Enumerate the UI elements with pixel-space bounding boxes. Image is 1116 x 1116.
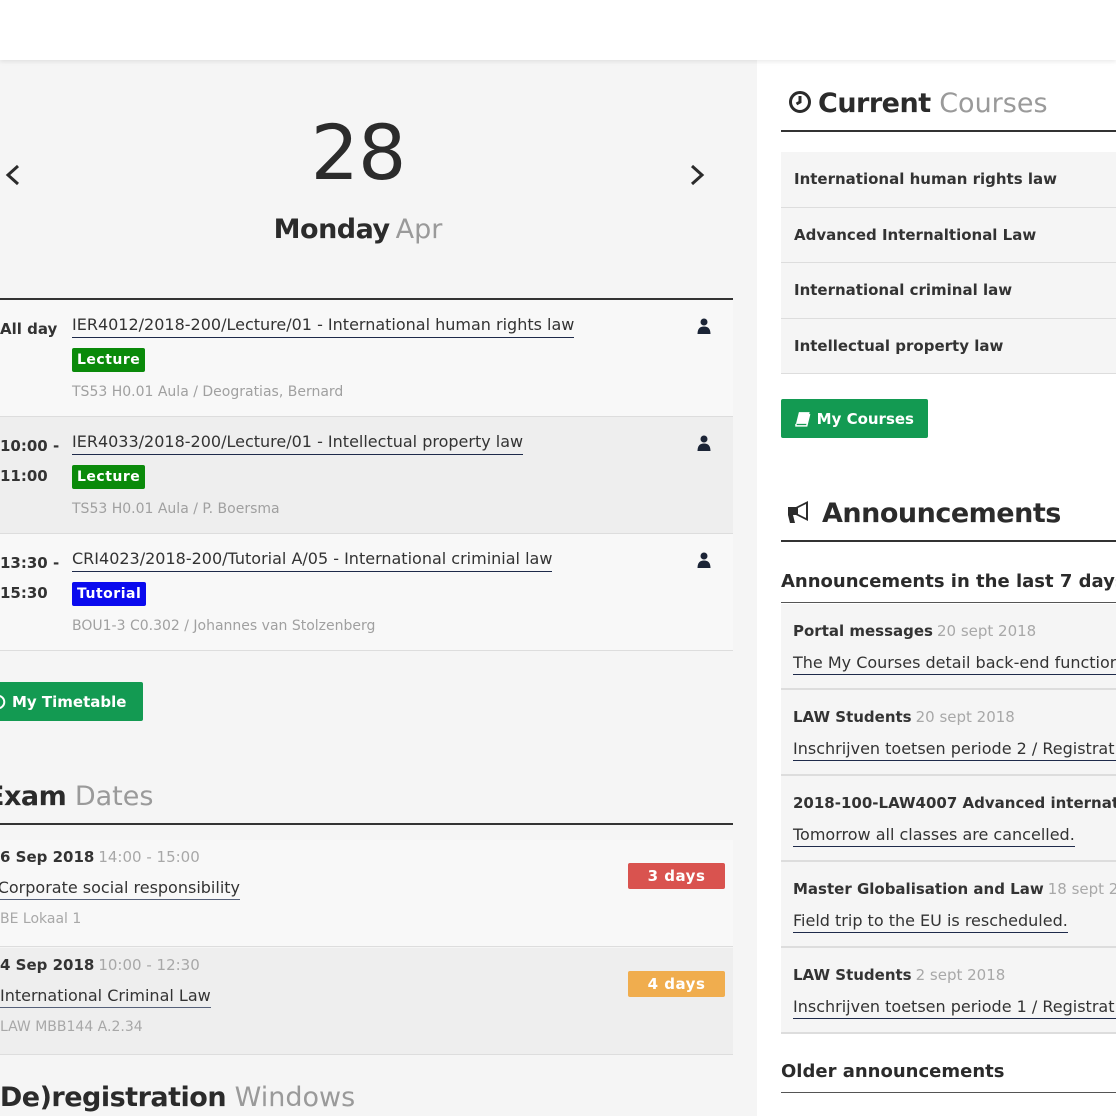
book-icon xyxy=(795,411,811,427)
event-time: 13:30 -15:30 xyxy=(0,554,60,602)
current-courses-heading: Current Courses xyxy=(788,86,1048,122)
announcement-header: LAW Students 20 sept 2018 xyxy=(793,708,1015,726)
divider xyxy=(781,130,1116,132)
countdown-badge: 3 days xyxy=(628,863,725,889)
announcement-item: 2018-100-LAW4007 Advanced international … xyxy=(781,776,1116,862)
exam-location: LAW MBB144 A.2.34 xyxy=(0,1019,143,1035)
course-item[interactable]: Advanced Internaltional Law xyxy=(781,207,1116,263)
announcement-source: LAW Students xyxy=(793,708,912,726)
announcement-date: 2 sept 2018 xyxy=(915,966,1006,984)
exam-location-wrapper: LAW MBB144 A.2.34 xyxy=(0,1016,200,1035)
my-timetable-label: My Timetable xyxy=(12,692,127,711)
user-icon[interactable] xyxy=(697,552,711,568)
top-bar xyxy=(0,0,1116,60)
announcement-link[interactable]: Inschrijven toetsen periode 2 / Registra… xyxy=(793,738,1116,761)
day-number: 28 xyxy=(310,108,407,197)
announcement-list: Portal messages 20 sept 2018 The My Cours… xyxy=(781,604,1116,1034)
announcement-item: Master Globalisation and Law18 sept 2018… xyxy=(781,862,1116,948)
announcement-date: 20 sept 2018 xyxy=(915,708,1015,726)
exam-row: 6 Sep 2018 14:00 - 15:00 Corporate social… xyxy=(0,840,733,947)
announcement-source: 2018-100-LAW4007 Advanced international … xyxy=(793,794,1116,812)
recent-announcements-label: Announcements in the last 7 days xyxy=(781,571,1116,592)
announcement-date: 18 sept 2018 xyxy=(1047,880,1116,898)
exam-course-link[interactable]: Corporate social responsibility xyxy=(0,877,240,900)
announcement-link[interactable]: Field trip to the EU is rescheduled. xyxy=(793,910,1068,933)
timetable-list: All day IER4012/2018-200/Lecture/01 - In… xyxy=(0,298,733,651)
weekday: Monday xyxy=(273,214,390,245)
announcement-link[interactable]: Tomorrow all classes are cancelled. xyxy=(793,824,1075,847)
exam-course-wrapper: Corporate social responsibility xyxy=(0,877,240,900)
course-item[interactable]: International criminal law xyxy=(781,263,1116,319)
announcement-item: LAW Students 20 sept 2018 Inschrijven toe… xyxy=(781,690,1116,776)
registration-windows-heading: (De)registration Windows xyxy=(0,1082,356,1113)
event-link[interactable]: IER4012/2018-200/Lecture/01 - Internatio… xyxy=(72,314,575,338)
event-type-badge: Lecture xyxy=(72,348,146,372)
event-link[interactable]: IER4033/2018-200/Lecture/01 - Intellectu… xyxy=(72,431,524,455)
announcement-item: Portal messages 20 sept 2018 The My Cours… xyxy=(781,604,1116,690)
exam-row: 4 Sep 2018 10:00 - 12:30 International Cr… xyxy=(0,948,733,1055)
announcements-heading: Announcements xyxy=(786,496,1061,532)
announcement-source: Portal messages xyxy=(793,622,933,640)
user-icon[interactable] xyxy=(697,318,711,334)
divider xyxy=(781,602,1116,603)
event-time: 10:00 -11:00 xyxy=(0,437,60,485)
countdown-badge: 4 days xyxy=(628,971,725,997)
announcement-source: Master Globalisation and Law xyxy=(793,880,1044,898)
event-location: TS53 H0.01 Aula / P. Boersma xyxy=(72,501,280,517)
event-link[interactable]: CRI4023/2018-200/Tutorial A/05 - Interna… xyxy=(72,548,553,572)
older-announcements-label: Older announcements xyxy=(781,1061,1005,1082)
exam-course-wrapper: International Criminal Law xyxy=(0,985,240,1008)
exam-date: 4 Sep 2018 10:00 - 12:30 xyxy=(0,956,200,974)
my-courses-label: My Courses xyxy=(816,409,914,428)
exam-dates-heading: Exam Dates xyxy=(0,781,154,812)
event-type-badge: Lecture xyxy=(72,465,146,489)
my-courses-button[interactable]: My Courses xyxy=(781,399,928,438)
announcement-header: Portal messages 20 sept 2018 xyxy=(793,622,1036,640)
chevron-right-icon xyxy=(690,164,705,186)
exam-course-link[interactable]: International Criminal Law xyxy=(0,985,211,1008)
exam-location-wrapper: BE Lokaal 1 xyxy=(0,908,200,927)
announcement-link[interactable]: The My Courses detail back-end functiona… xyxy=(793,652,1116,675)
divider xyxy=(0,823,733,825)
user-icon[interactable] xyxy=(697,435,711,451)
day-label: Monday Apr xyxy=(0,212,716,248)
announcement-source: LAW Students xyxy=(793,966,912,984)
month: Apr xyxy=(395,214,443,245)
course-item[interactable]: International human rights law xyxy=(781,152,1116,208)
announcement-header: 2018-100-LAW4007 Advanced international … xyxy=(793,794,1116,812)
timetable-row: 10:00 -11:00 IER4033/2018-200/Lecture/01… xyxy=(0,417,733,534)
my-timetable-button[interactable]: My Timetable xyxy=(0,682,143,721)
announcement-item: LAW Students 2 sept 2018 Inschrijven toet… xyxy=(781,948,1116,1034)
clock-icon xyxy=(0,694,6,709)
next-day-button[interactable] xyxy=(684,160,708,190)
clock-icon xyxy=(789,91,811,113)
announcement-header: Master Globalisation and Law18 sept 2018 xyxy=(793,880,1116,898)
announcement-header: LAW Students 2 sept 2018 xyxy=(793,966,1005,984)
exam-location: BE Lokaal 1 xyxy=(0,911,82,927)
timetable-row: 13:30 -15:30 CRI4023/2018-200/Tutorial A… xyxy=(0,534,733,651)
divider xyxy=(781,1092,1116,1093)
megaphone-icon xyxy=(788,501,808,523)
divider xyxy=(781,540,1116,542)
announcement-date: 20 sept 2018 xyxy=(936,622,1037,640)
event-location: BOU1-3 C0.302 / Johannes van Stolzenberg xyxy=(72,618,376,634)
exam-date: 6 Sep 2018 14:00 - 15:00 xyxy=(0,848,200,866)
event-type-badge: Tutorial xyxy=(72,582,147,606)
timetable-row: All day IER4012/2018-200/Lecture/01 - In… xyxy=(0,300,733,417)
event-location: TS53 H0.01 Aula / Deogratias, Bernard xyxy=(72,384,344,400)
event-time: All day xyxy=(0,320,58,338)
announcement-link[interactable]: Inschrijven toetsen periode 1 / Registra… xyxy=(793,996,1116,1019)
course-list: International human rights law Advanced … xyxy=(781,152,1116,374)
course-item[interactable]: Intellectual property law xyxy=(781,318,1116,374)
